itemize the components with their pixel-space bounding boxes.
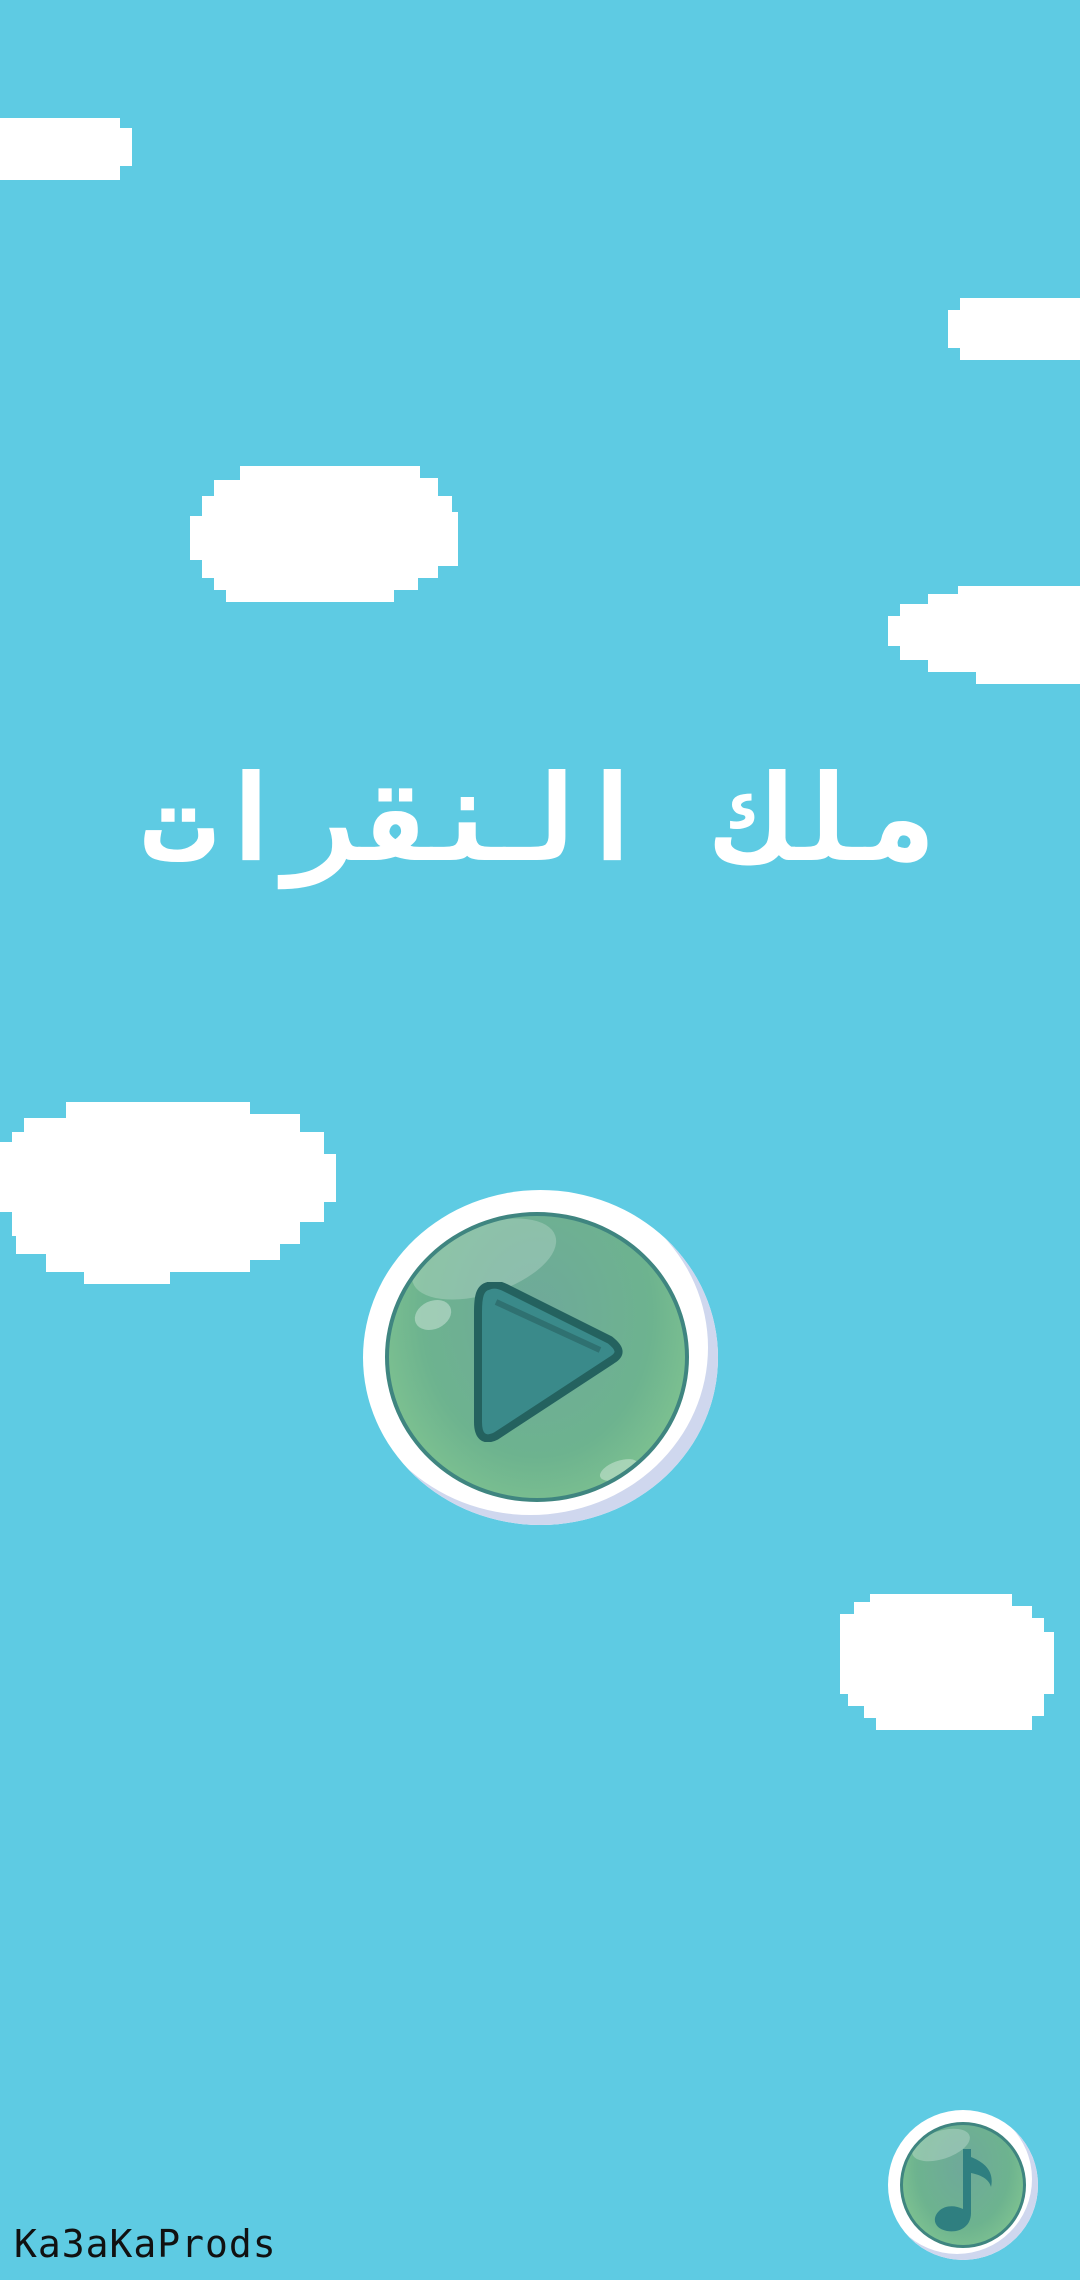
music-note-icon	[934, 2149, 992, 2232]
music-button-face[interactable]	[900, 2122, 1026, 2248]
game-title: ملك النقرات	[142, 750, 938, 889]
cloud	[840, 1594, 1058, 1730]
play-button[interactable]	[363, 1190, 718, 1525]
cloud	[948, 298, 1080, 360]
developer-brand: KaЗaKaProds	[14, 2222, 277, 2266]
highlight	[409, 1294, 457, 1336]
cloud	[0, 118, 135, 180]
cloud	[0, 1102, 338, 1284]
highlight	[597, 1454, 641, 1486]
cloud	[190, 466, 458, 602]
play-icon	[474, 1282, 623, 1442]
play-button-face[interactable]	[385, 1212, 689, 1502]
cloud	[888, 586, 1080, 684]
music-toggle-button[interactable]	[888, 2110, 1038, 2260]
